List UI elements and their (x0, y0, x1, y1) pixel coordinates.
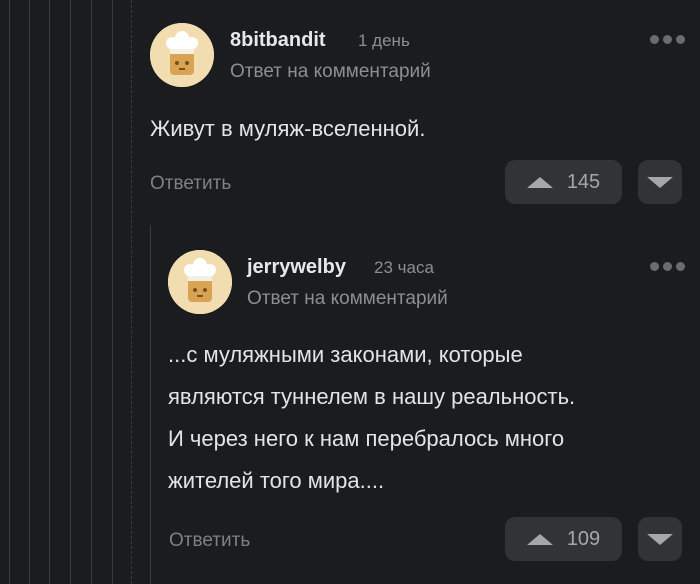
chef-avatar-icon (150, 23, 214, 87)
avatar[interactable] (150, 23, 214, 87)
comment-text-line: являются туннелем в нашу реальность. (168, 384, 576, 409)
comment-text: Живут в муляж-вселенной. (150, 116, 426, 141)
timestamp: 1 день (358, 31, 410, 50)
username[interactable]: 8bitbandit (230, 29, 326, 52)
reply-to-label[interactable]: Ответ на комментарий (247, 288, 448, 310)
arrow-down-icon (647, 176, 673, 188)
thread-line (91, 0, 92, 584)
thread-line (131, 0, 132, 584)
thread-line (29, 0, 30, 584)
reply-button[interactable]: Ответить (150, 173, 231, 195)
reply-button[interactable]: Ответить (169, 530, 250, 552)
downvote-button[interactable] (638, 517, 682, 561)
chef-avatar-icon (168, 250, 232, 314)
thread-line (112, 0, 113, 584)
thread-line (49, 0, 50, 584)
reply-to-label[interactable]: Ответ на комментарий (230, 61, 431, 83)
rating-count: 109 (566, 527, 601, 550)
more-options-icon[interactable] (650, 262, 685, 271)
arrow-up-icon (526, 533, 553, 545)
upvote-button[interactable]: 145 (505, 160, 622, 204)
arrow-down-icon (647, 533, 673, 545)
arrow-up-icon (526, 176, 553, 188)
comment-text-line: жителей того мира.... (168, 468, 385, 493)
timestamp: 23 часа (374, 258, 434, 277)
username[interactable]: jerrywelby (247, 256, 346, 279)
more-options-icon[interactable] (650, 35, 685, 44)
avatar[interactable] (168, 250, 232, 314)
thread-line (9, 0, 10, 584)
thread-line (70, 0, 71, 584)
comment-text-line: И через него к нам перебралось много (168, 426, 565, 451)
downvote-button[interactable] (638, 160, 682, 204)
rating-count: 145 (566, 170, 601, 193)
upvote-button[interactable]: 109 (505, 517, 622, 561)
thread-line (150, 225, 151, 584)
comment-text-line: ...с муляжными законами, которые (168, 342, 523, 367)
comment-text: ...с муляжными законами, которые являютс… (168, 334, 575, 502)
